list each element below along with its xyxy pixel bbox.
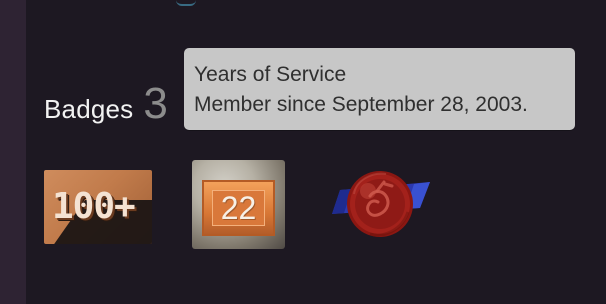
badge-years-of-service[interactable]: 22 bbox=[192, 160, 285, 249]
page: Badges 3 100+ 22 Years of Service Member… bbox=[0, 0, 606, 304]
left-strip bbox=[0, 0, 26, 304]
top-accent bbox=[176, 0, 196, 6]
tooltip-line-1: Years of Service bbox=[194, 63, 347, 86]
tooltip: Years of Service Member since September … bbox=[184, 48, 575, 130]
badge-100[interactable]: 100+ bbox=[44, 170, 152, 244]
badges-count: 3 bbox=[143, 79, 168, 128]
badge-wax-seal[interactable] bbox=[322, 160, 434, 246]
badges-header: Badges 3 bbox=[44, 82, 168, 126]
badge-years-number: 22 bbox=[220, 190, 257, 226]
badges-panel bbox=[26, 0, 606, 304]
wax-seal-icon bbox=[332, 171, 430, 237]
badge-100-label: 100+ bbox=[52, 186, 136, 227]
tooltip-line-2: Member since September 28, 2003. bbox=[194, 93, 528, 116]
badge-years-frame: 22 bbox=[202, 180, 275, 236]
badge-years-inner: 22 bbox=[212, 190, 265, 226]
badges-title[interactable]: Badges bbox=[44, 94, 133, 125]
